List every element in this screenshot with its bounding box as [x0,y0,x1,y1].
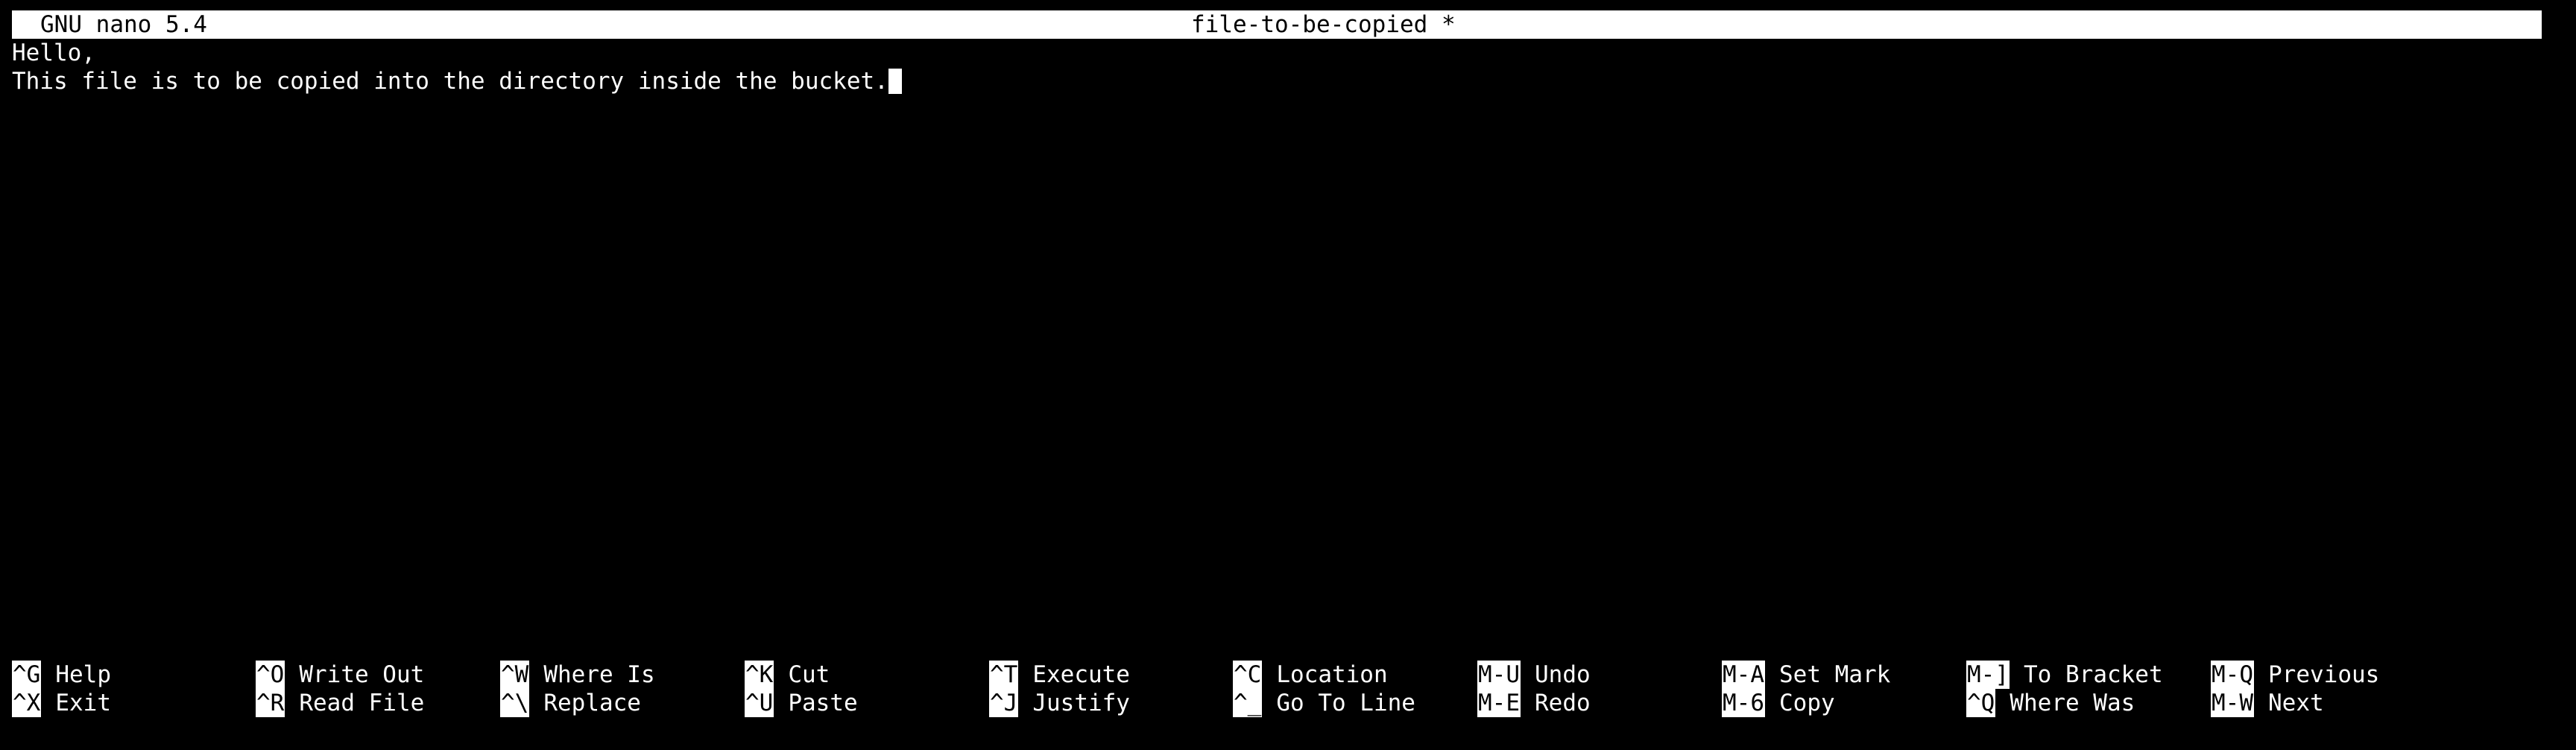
shortcut-help[interactable]: ^G Help [12,661,111,689]
file-name: file-to-be-copied * [1191,11,1456,38]
shortcut-key: ^W [500,661,530,689]
shortcut-label: Help [55,661,111,688]
shortcut-label: Where Was [2010,690,2135,716]
shortcut-key: ^C [1233,661,1263,689]
shortcut-label: To Bracket [2024,661,2163,688]
shortcut-set-mark[interactable]: M-A Set Mark [1722,661,1890,689]
shortcut-label: Next [2268,690,2324,716]
shortcut-key: M-W [2211,689,2254,717]
shortcut-key: ^_ [1233,689,1263,717]
shortcut-to-bracket[interactable]: M-] To Bracket [1966,661,2163,689]
shortcut-replace[interactable]: ^\ Replace [500,689,641,717]
nano-title-bar: GNU nano 5.4 file-to-be-copied * [12,10,2542,39]
shortcut-label: Location [1276,661,1388,688]
editor-line[interactable]: This file is to be copied into the direc… [12,67,902,95]
shortcut-label: Set Mark [1779,661,1891,688]
shortcut-location[interactable]: ^C Location [1233,661,1388,689]
shortcut-previous[interactable]: M-Q Previous [2211,661,2379,689]
shortcut-redo[interactable]: M-E Redo [1477,689,1591,717]
shortcut-key: ^\ [500,689,530,717]
shortcut-label: Where Is [543,661,655,688]
shortcut-label: Copy [1779,690,1835,716]
shortcut-undo[interactable]: M-U Undo [1477,661,1591,689]
shortcut-where-was[interactable]: ^Q Where Was [1966,689,2135,717]
shortcut-label: Replace [543,690,641,716]
shortcut-execute[interactable]: ^T Execute [989,661,1130,689]
shortcut-go-to-line[interactable]: ^_ Go To Line [1233,689,1415,717]
shortcut-key: ^G [12,661,42,689]
shortcut-label: Read File [299,690,425,716]
shortcut-next[interactable]: M-W Next [2211,689,2324,717]
shortcut-copy[interactable]: M-6 Copy [1722,689,1835,717]
shortcut-label: Go To Line [1276,690,1415,716]
shortcut-label: Undo [1535,661,1591,688]
shortcut-justify[interactable]: ^J Justify [989,689,1130,717]
shortcut-key: ^X [12,689,42,717]
shortcut-label: Previous [2268,661,2380,688]
shortcut-key: ^R [256,689,285,717]
text-cursor [888,69,902,94]
shortcut-label: Execute [1032,661,1130,688]
editor-line-text[interactable]: This file is to be copied into the direc… [12,68,888,95]
editor-line[interactable]: Hello, [12,39,902,67]
shortcut-key: M-A [1722,661,1765,689]
shortcut-label: Justify [1032,690,1130,716]
shortcut-key: ^K [745,661,774,689]
shortcut-key: ^J [989,689,1019,717]
shortcut-key: ^T [989,661,1019,689]
shortcut-cut[interactable]: ^K Cut [745,661,830,689]
shortcut-bar: ^G Help ^X Exit ^O Write Out ^R Read File ^W… [12,661,2561,717]
shortcut-key: M-6 [1722,689,1765,717]
shortcut-write-out[interactable]: ^O Write Out [256,661,424,689]
shortcut-paste[interactable]: ^U Paste [745,689,858,717]
shortcut-key: M-Q [2211,661,2254,689]
shortcut-exit[interactable]: ^X Exit [12,689,111,717]
app-version: GNU nano 5.4 [40,11,207,38]
shortcut-label: Write Out [299,661,425,688]
shortcut-key: M-U [1477,661,1521,689]
shortcut-read-file[interactable]: ^R Read File [256,689,424,717]
text-editor-area[interactable]: Hello, This file is to be copied into th… [12,39,902,95]
shortcut-key: ^Q [1966,689,1996,717]
shortcut-key: ^U [745,689,774,717]
shortcut-key: M-E [1477,689,1521,717]
shortcut-label: Redo [1535,690,1591,716]
shortcut-label: Cut [788,661,830,688]
shortcut-label: Exit [55,690,111,716]
shortcut-label: Paste [788,690,858,716]
shortcut-where-is[interactable]: ^W Where Is [500,661,655,689]
shortcut-key: ^O [256,661,285,689]
shortcut-key: M-] [1966,661,2010,689]
